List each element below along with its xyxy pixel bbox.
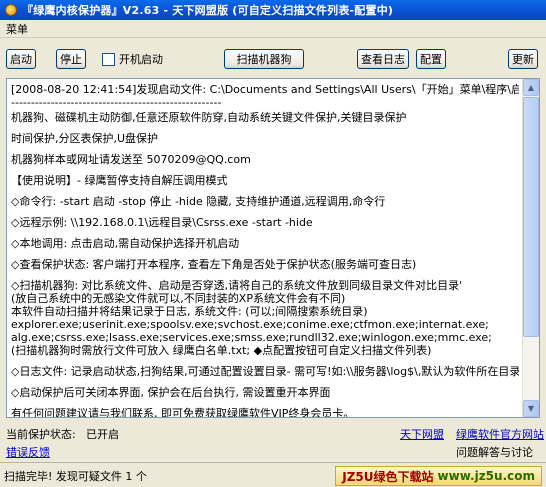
toolbar: 启动 停止 开机启动 扫描机器狗 查看日志 配置 更新 xyxy=(0,40,546,74)
error-report-link[interactable]: 错误反馈 xyxy=(6,444,50,460)
scroll-up-icon[interactable]: ▲ xyxy=(523,79,539,96)
log-line: 【使用说明】- 绿鹰暂停支持自解压调用模式 xyxy=(11,174,228,187)
log-textarea[interactable]: [2008-08-20 12:41:54]发现启动文件: C:\Document… xyxy=(6,78,540,418)
eagle-app-icon xyxy=(4,3,18,17)
log-line: (放自己系统中的无感染文件就可以,不同封装的XP系统文件会有不同) xyxy=(11,292,346,305)
config-button[interactable]: 配置 xyxy=(416,49,446,69)
log-line: ----------------------------------------… xyxy=(11,96,222,109)
log-line: 时间保护,分区表保护,U盘保护 xyxy=(11,132,159,145)
links-row: 错误反馈 问题解答与讨论 xyxy=(0,442,546,460)
official-site-link[interactable]: 绿鹰软件官方网站 xyxy=(456,426,544,442)
watermark-badge: JZ5U绿色下载站 www.jz5u.com xyxy=(335,466,542,486)
menu-bar: 菜单 xyxy=(0,20,546,38)
autostart-checkbox[interactable]: 开机启动 xyxy=(102,51,163,67)
log-line: (扫描机器狗时需放行文件可放入 绿鹰白名单.txt; ◆点配置按钮可自定义扫描文… xyxy=(11,344,432,357)
vertical-scrollbar[interactable]: ▲ ▼ xyxy=(522,79,539,417)
log-line: ◇查看保护状态: 客户端打开本程序, 查看左下角是否处于保护状态(服务端可查日志… xyxy=(11,258,417,271)
scan-result-text: 扫描完毕! 发现可疑文件 1 个 xyxy=(4,470,147,483)
log-line: ◇命令行: -start 启动 -stop 停止 -hide 隐藏, 支持维护通… xyxy=(11,195,386,208)
scan-dog-button[interactable]: 扫描机器狗 xyxy=(224,49,304,69)
protect-status-label: 当前保护状态: xyxy=(6,428,76,441)
log-line: 机器狗、磁碟机主动防御,任意还原软件防穿,自动系统关键文件保护,关键目录保护 xyxy=(11,111,407,124)
log-line: ◇本地调用: 点击启动,需自动保护选择开机启动 xyxy=(11,237,240,250)
watermark-url: www.jz5u.com xyxy=(437,469,535,483)
checkbox-box[interactable] xyxy=(102,52,115,66)
log-line: 有任何问题建议请与我们联系, 即可免费获取绿鹰软件VIP终身会员卡。 xyxy=(11,407,355,418)
title-bar: 『绿鹰内核保护器』V2.63 - 天下网盟版 (可自定义扫描文件列表-配置中) xyxy=(0,0,546,20)
faq-link[interactable]: 问题解答与讨论 xyxy=(456,444,533,460)
window-title: 『绿鹰内核保护器』V2.63 - 天下网盟版 (可自定义扫描文件列表-配置中) xyxy=(22,4,394,17)
menu-item[interactable]: 菜单 xyxy=(6,21,28,37)
update-button[interactable]: 更新 xyxy=(508,49,538,69)
start-button[interactable]: 启动 xyxy=(6,49,36,69)
scroll-down-icon[interactable]: ▼ xyxy=(523,400,539,417)
log-line: ◇启动保护后可关闭本界面, 保护会在后台执行, 需设置重开本界面 xyxy=(11,386,331,399)
stop-button[interactable]: 停止 xyxy=(56,49,86,69)
log-line: ◇日志文件: 记录启动状态,扫狗结果,可通过配置设置目录- 需可写!如:\\服务… xyxy=(11,365,519,378)
log-line: ◇扫描机器狗: 对比系统文件、启动是否穿透,请将自己的系统文件放到同级目录文件对… xyxy=(11,279,463,292)
scroll-thumb[interactable] xyxy=(523,97,539,337)
protect-status-value: 已开启 xyxy=(86,428,119,441)
log-line: 本软件自动扫描并将结果记录于日志, 系统文件: (可以;间隔搜索系统目录) xyxy=(11,305,368,318)
autostart-label: 开机启动 xyxy=(119,53,163,66)
watermark-text: JZ5U绿色下载站 xyxy=(342,469,434,484)
log-line: explorer.exe;userinit.exe;spoolsv.exe;sv… xyxy=(11,318,489,331)
log-line: alg.exe;csrss.exe;lsass.exe;services.exe… xyxy=(11,331,492,344)
log-line: ◇远程示例: \\192.168.0.1\远程目录\Csrss.exe -sta… xyxy=(11,216,313,229)
status-bar: 扫描完毕! 发现可疑文件 1 个 JZ5U绿色下载站 www.jz5u.com xyxy=(0,462,546,487)
log-line: [2008-08-20 12:41:54]发现启动文件: C:\Document… xyxy=(11,83,519,96)
status-row: 当前保护状态: 已开启 天下网盟 绿鹰软件官方网站 xyxy=(0,424,546,442)
tianxia-link[interactable]: 天下网盟 xyxy=(400,426,444,442)
view-log-button[interactable]: 查看日志 xyxy=(357,49,409,69)
log-line: 机器狗样本或网址请发送至 5070209@QQ.com xyxy=(11,153,251,166)
